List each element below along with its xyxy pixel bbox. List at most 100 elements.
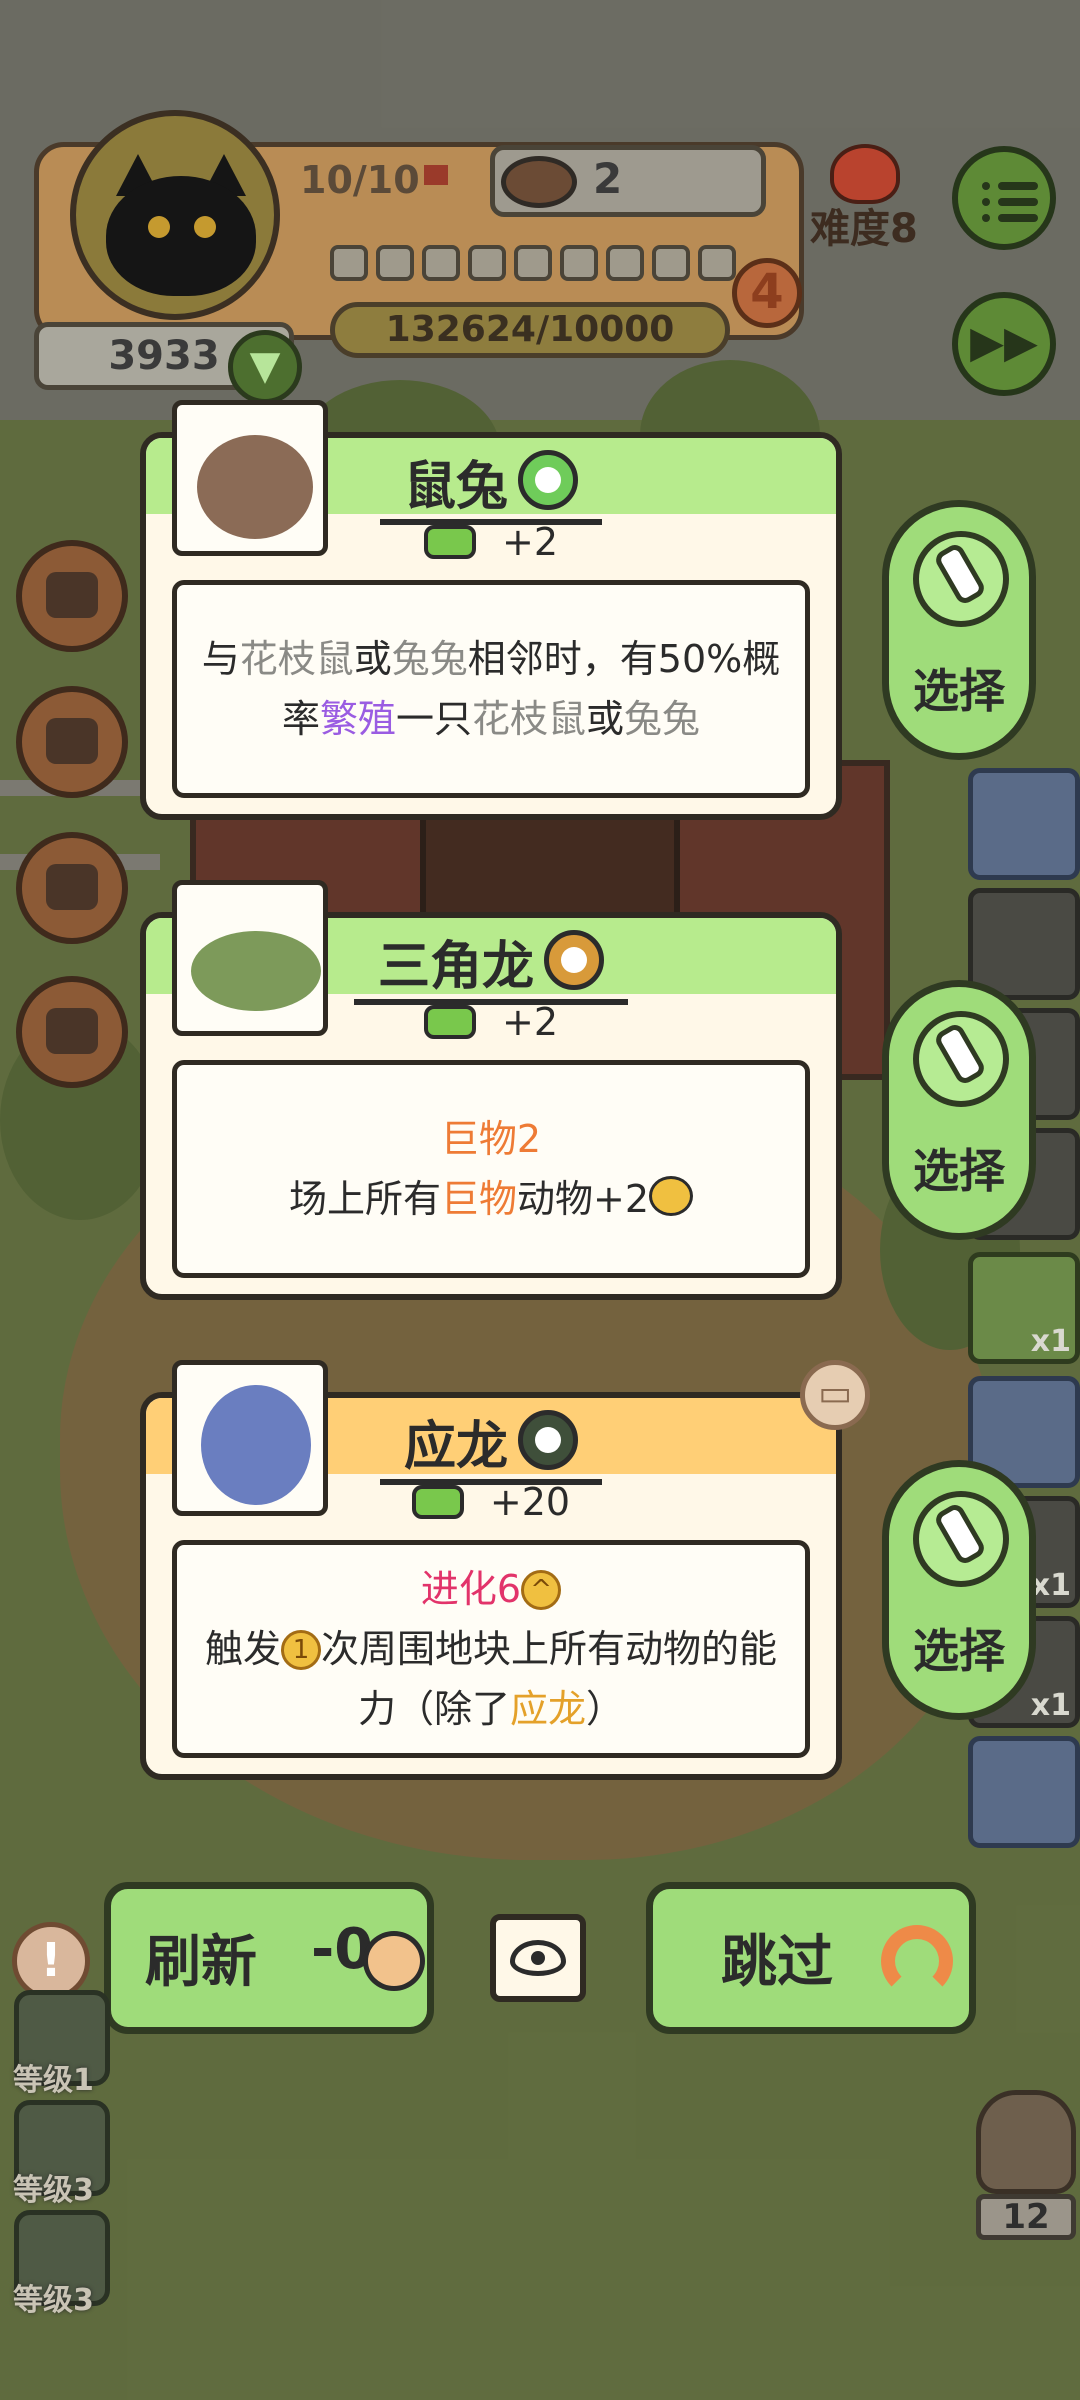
- side-item-collar[interactable]: [16, 686, 128, 798]
- ability-text: 动物+2: [517, 1177, 650, 1221]
- refresh-button[interactable]: 刷新 -0: [104, 1882, 434, 2034]
- difficulty-label: 难度8: [810, 206, 918, 252]
- animal-portrait: [172, 880, 328, 1036]
- trigger-count-coin: 1: [281, 1630, 321, 1670]
- progress-segment: [560, 245, 598, 281]
- description-line: 率繁殖一只花枝鼠或兔兔: [282, 689, 700, 749]
- animal-name: 应龙: [403, 1417, 508, 1477]
- player-avatar[interactable]: [70, 110, 280, 320]
- animal-portrait: [172, 1360, 328, 1516]
- ability-text: 一只: [395, 697, 472, 741]
- select-button[interactable]: 选择: [882, 500, 1036, 760]
- view-board-button[interactable]: [490, 1914, 586, 2002]
- refresh-label: 刷新: [145, 1930, 257, 1995]
- level-badge: 4: [732, 258, 802, 328]
- animal-name: 三角龙: [377, 937, 534, 997]
- book-icon[interactable]: ▭: [800, 1360, 870, 1430]
- right-slot-jar[interactable]: [968, 1736, 1080, 1848]
- side-item-pan[interactable]: [16, 832, 128, 944]
- food-bonus-value: +2: [501, 1000, 559, 1044]
- ability-text: 次周围地块上所有动物的能: [321, 1627, 778, 1671]
- menu-line: [982, 214, 1038, 222]
- difficulty-icon: [830, 144, 900, 204]
- ability-keyword: 繁殖: [319, 697, 396, 741]
- side-item-box[interactable]: [16, 540, 128, 652]
- animal-portrait: [172, 400, 328, 556]
- food-icon: [423, 1005, 476, 1039]
- description-line: 与花枝鼠或兔兔相邻时，有50%概: [202, 629, 781, 689]
- food-icon: [411, 1485, 464, 1519]
- ability-text: ）: [586, 1687, 625, 1731]
- progress-segment: [514, 245, 552, 281]
- progress-segment: [698, 245, 736, 281]
- animal-name: 鼠兔: [403, 457, 508, 517]
- ability-keyword: 巨物: [440, 1177, 517, 1221]
- owl-counter[interactable]: 12: [976, 2090, 1076, 2240]
- medkit-icon: [46, 1008, 98, 1054]
- collar-icon: [46, 718, 98, 764]
- ability-keyword: 花枝鼠: [472, 697, 587, 741]
- shield-icon[interactable]: ▼: [228, 330, 302, 404]
- ability-text: 场上所有: [288, 1177, 441, 1221]
- side-item-medkit[interactable]: [16, 976, 128, 1088]
- triceratops-icon: [191, 931, 321, 1011]
- ability-text: 率: [281, 697, 320, 741]
- cat-eye-left: [148, 216, 170, 238]
- cat-eye-right: [194, 216, 216, 238]
- right-slot-tent[interactable]: x1: [968, 1252, 1080, 1364]
- box-icon: [46, 572, 98, 618]
- slot-count: x1: [1030, 1568, 1071, 1603]
- menu-button[interactable]: [952, 146, 1056, 250]
- right-slot-rack[interactable]: [968, 768, 1080, 880]
- level-chip-label: 等级1: [13, 2063, 94, 2098]
- select-button-label: 选择: [913, 664, 1005, 718]
- skip-arrow-icon: [881, 1925, 953, 1997]
- owl-count: 12: [976, 2194, 1076, 2240]
- progress-segment: [652, 245, 690, 281]
- level-chip-label: 等级3: [13, 2173, 94, 2208]
- refresh-cost: -0: [311, 1917, 374, 1982]
- ability-text: 相邻时，有50%概: [467, 637, 781, 681]
- black-cat-icon: [106, 176, 256, 296]
- pointing-hand-icon: [913, 1011, 1009, 1107]
- rabbit-type-icon: [518, 450, 578, 510]
- pika-icon: [197, 435, 313, 539]
- pet-bowl-icon: [501, 156, 577, 208]
- progress-segment: [468, 245, 506, 281]
- level-chip[interactable]: 等级1: [13, 1990, 110, 2098]
- can-icon: [363, 1931, 425, 1991]
- evolve-icon: ^: [521, 1570, 562, 1610]
- menu-line: [982, 198, 1038, 206]
- eye-icon: [510, 1940, 566, 1976]
- ability-keyword: 花枝鼠: [239, 637, 354, 681]
- ability-keyword: 应龙: [509, 1687, 586, 1731]
- pan-icon: [46, 864, 98, 910]
- skip-label: 跳过: [721, 1930, 833, 1995]
- ability-subtitle: 巨物2: [440, 1117, 542, 1161]
- dragon-icon: [201, 1385, 311, 1505]
- ability-text: 或: [353, 637, 392, 681]
- right-slot-bag[interactable]: [968, 888, 1080, 1000]
- level-chip[interactable]: 等级3: [13, 2210, 110, 2318]
- flag-counter: 10/10: [300, 150, 450, 210]
- level-chip-label: 等级3: [13, 2283, 94, 2318]
- food-bonus-value: +20: [489, 1480, 571, 1524]
- food-icon: [423, 525, 476, 559]
- food-bonus-value: +2: [501, 520, 559, 564]
- select-button[interactable]: 选择: [882, 980, 1036, 1240]
- select-button-label: 选择: [913, 1624, 1005, 1678]
- ability-text: 力（除了: [357, 1687, 510, 1731]
- bowl-count: 2: [593, 154, 623, 203]
- select-button[interactable]: 选择: [882, 1460, 1036, 1720]
- level-chip[interactable]: 等级3: [13, 2100, 110, 2208]
- ability-keyword: 兔兔: [391, 637, 468, 681]
- alert-icon[interactable]: !: [12, 1922, 90, 2000]
- skip-button[interactable]: 跳过: [646, 1882, 976, 2034]
- score-progress-bar: 132624/10000: [330, 302, 730, 358]
- ability-text: 与: [201, 637, 240, 681]
- pointing-hand-icon: [913, 1491, 1009, 1587]
- fast-forward-button[interactable]: ▶▶: [952, 292, 1056, 396]
- bowl-counter: 2: [490, 145, 766, 217]
- card-description: 巨物2 场上所有巨物动物+2: [172, 1060, 810, 1278]
- paw-coin-icon: [649, 1176, 694, 1216]
